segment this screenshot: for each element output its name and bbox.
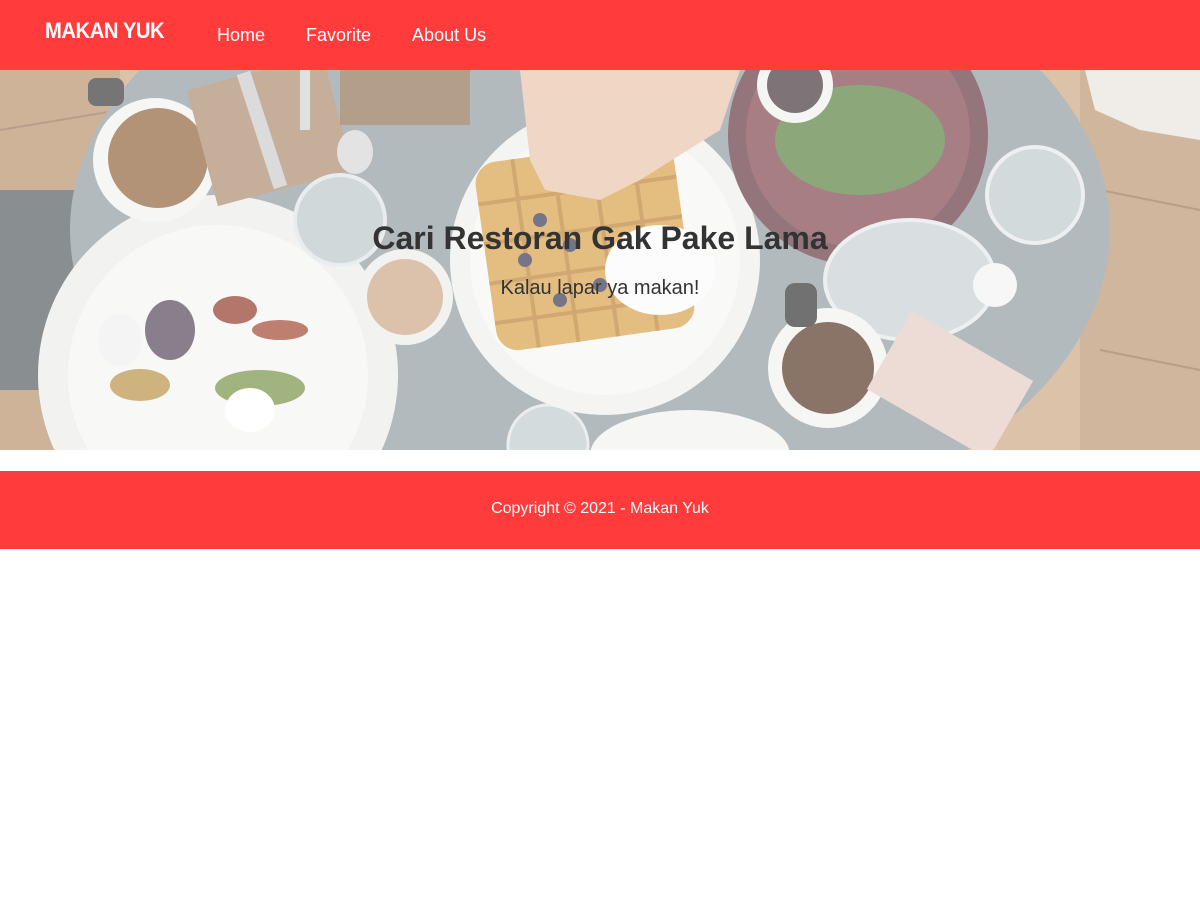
footer: Copyright © 2021 - Makan Yuk <box>0 471 1200 549</box>
hero-banner: Cari Restoran Gak Pake Lama Kalau lapar … <box>0 70 1200 450</box>
hero-title: Cari Restoran Gak Pake Lama <box>372 220 828 256</box>
nav-link-favorite[interactable]: Favorite <box>306 25 371 46</box>
hero-overlay <box>0 70 1200 450</box>
footer-copyright: Copyright © 2021 - Makan Yuk <box>491 500 709 517</box>
brand-logo[interactable]: MAKAN YUK <box>45 18 165 44</box>
nav-links: Home Favorite About Us <box>217 25 527 46</box>
top-navbar: MAKAN YUK Home Favorite About Us <box>0 0 1200 70</box>
hero-subtitle: Kalau lapar ya makan! <box>500 277 700 299</box>
nav-link-about-us[interactable]: About Us <box>412 25 486 46</box>
nav-link-home[interactable]: Home <box>217 25 265 46</box>
